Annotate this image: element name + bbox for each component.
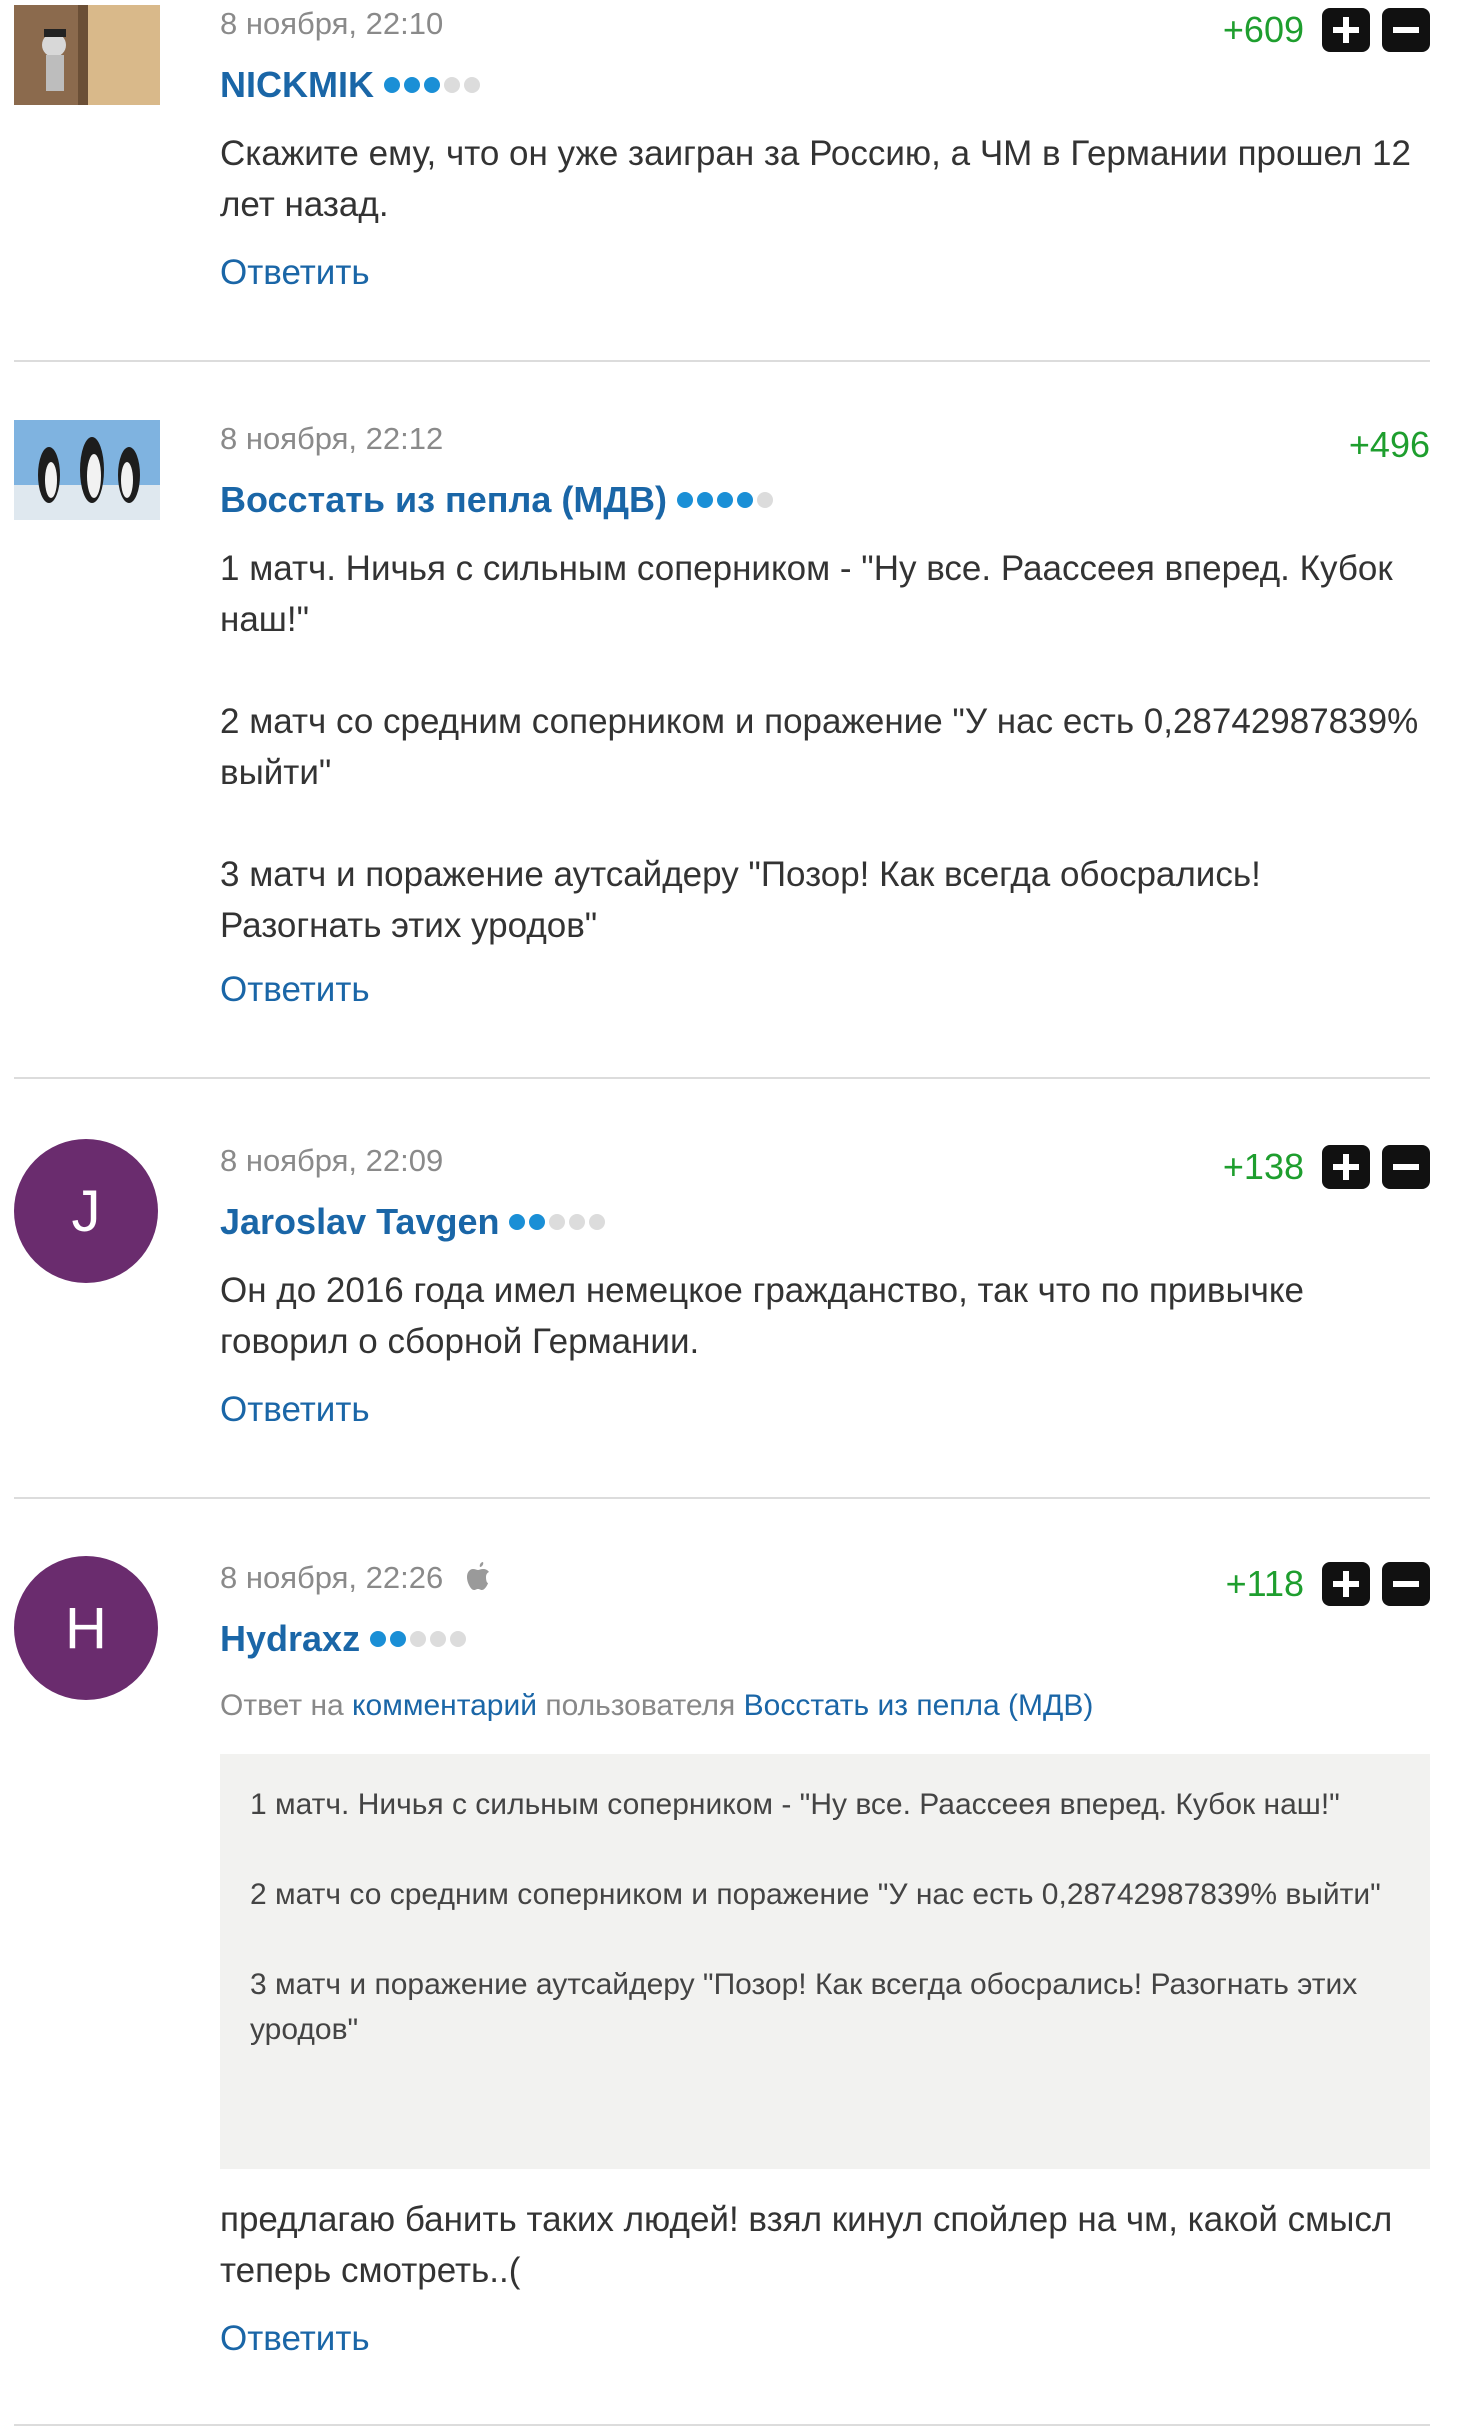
comment-date: 8 ноября, 22:12	[220, 421, 444, 456]
rank-dot	[569, 1214, 586, 1230]
apple-icon	[466, 1560, 494, 1600]
reply-to-comment-link[interactable]: комментарий	[352, 1689, 537, 1722]
comment-score: +118	[1225, 1563, 1304, 1604]
author-line: Jaroslav Tavgen	[220, 1201, 606, 1243]
reply-to-user-link[interactable]: Восстать из пепла (МДВ)	[744, 1689, 1094, 1722]
comment-text: Он до 2016 года имел немецкое гражданств…	[220, 1265, 1430, 1367]
reply-link[interactable]: Ответить	[220, 253, 370, 293]
author-line: Восстать из пепла (МДВ)	[220, 479, 774, 521]
comment-rating: +496	[1349, 423, 1430, 467]
reply-to-line: Ответ на комментарий пользователя Восста…	[220, 1689, 1093, 1723]
upvote-button[interactable]	[1322, 1145, 1370, 1189]
downvote-button[interactable]	[1382, 1145, 1430, 1189]
comment-rating: +609	[1223, 8, 1430, 52]
upvote-button[interactable]	[1322, 8, 1370, 52]
divider	[14, 1497, 1430, 1499]
avatar[interactable]	[14, 420, 160, 520]
upvote-button[interactable]	[1322, 1562, 1370, 1606]
comment-paragraph: Он до 2016 года имел немецкое гражданств…	[220, 1271, 1305, 1361]
rank-dot	[757, 492, 774, 508]
reply-to-middle: пользователя	[545, 1689, 736, 1722]
author-line: Hydraxz	[220, 1618, 467, 1660]
rank-dot	[410, 1631, 427, 1647]
downvote-button[interactable]	[1382, 8, 1430, 52]
rank-dot	[677, 492, 694, 508]
reply-to-prefix: Ответ на	[220, 1689, 344, 1722]
comment-date: 8 ноября, 22:26	[220, 1560, 494, 1600]
divider	[14, 2424, 1430, 2426]
comment-paragraph: предлагаю банить таких людей! взял кинул…	[220, 2200, 1393, 2290]
rank-dot	[717, 492, 734, 508]
reply-link[interactable]: Ответить	[220, 1390, 370, 1430]
comment-paragraph: 1 матч. Ничья с сильным соперником - "Ну…	[220, 549, 1393, 639]
rank-dot	[430, 1631, 447, 1647]
avatar-image	[14, 5, 160, 105]
rank-dot	[509, 1214, 526, 1230]
rank-dot	[383, 77, 400, 93]
author-name[interactable]: Jaroslav Tavgen	[220, 1201, 499, 1243]
comment-score: +496	[1348, 424, 1430, 465]
divider	[14, 1077, 1430, 1079]
quote-paragraph: 3 матч и поражение аутсайдеру "Позор! Ка…	[250, 1968, 1358, 2046]
avatar[interactable]: H	[14, 1556, 158, 1700]
rank-dot	[737, 492, 754, 508]
rank-dot	[697, 492, 714, 508]
rank-dot	[549, 1214, 566, 1230]
quoted-comment: 1 матч. Ничья с сильным соперником - "Ну…	[220, 1754, 1430, 2169]
author-name[interactable]: Hydraxz	[220, 1618, 360, 1660]
rank-dot	[423, 77, 440, 93]
comment-score: +609	[1222, 9, 1304, 50]
comment-score: +138	[1222, 1146, 1304, 1187]
comment-rating: +118	[1226, 1562, 1430, 1606]
author-name[interactable]: Восстать из пепла (МДВ)	[220, 479, 667, 521]
comment-rating: +138	[1223, 1145, 1430, 1189]
reply-link[interactable]: Ответить	[220, 2319, 370, 2359]
rank-dots	[677, 492, 774, 508]
comment-paragraph: 2 матч со средним соперником и поражение…	[220, 702, 1419, 792]
rank-dot	[403, 77, 420, 93]
quote-paragraph: 1 матч. Ничья с сильным соперником - "Ну…	[250, 1788, 1340, 1821]
comment-paragraph: Скажите ему, что он уже заигран за Росси…	[220, 134, 1411, 224]
rank-dot	[390, 1631, 407, 1647]
comment-paragraph: 3 матч и поражение аутсайдеру "Позор! Ка…	[220, 855, 1261, 945]
author-name[interactable]: NICKMIK	[220, 64, 374, 106]
downvote-button[interactable]	[1382, 1562, 1430, 1606]
avatar-letter: J	[71, 1178, 101, 1244]
divider	[14, 360, 1430, 362]
rank-dot	[589, 1214, 606, 1230]
author-line: NICKMIK	[220, 64, 480, 106]
comment-date: 8 ноября, 22:09	[220, 1143, 444, 1178]
avatar[interactable]: J	[14, 1139, 158, 1283]
rank-dot	[450, 1631, 467, 1647]
rank-dots	[509, 1214, 606, 1230]
comment-text: предлагаю банить таких людей! взял кинул…	[220, 2194, 1430, 2296]
quote-paragraph: 2 матч со средним соперником и поражение…	[250, 1878, 1381, 1911]
comment-text: Скажите ему, что он уже заигран за Росси…	[220, 128, 1430, 230]
comment-date: 8 ноября, 22:10	[220, 6, 444, 41]
rank-dot	[443, 77, 460, 93]
reply-link[interactable]: Ответить	[220, 970, 370, 1010]
rank-dot	[463, 77, 480, 93]
comment-text: 1 матч. Ничья с сильным соперником - "Ну…	[220, 543, 1430, 951]
comment-date-text: 8 ноября, 22:26	[220, 1560, 444, 1596]
rank-dot	[529, 1214, 546, 1230]
rank-dot	[370, 1631, 387, 1647]
rank-dots	[370, 1631, 467, 1647]
avatar[interactable]	[14, 5, 160, 105]
avatar-image	[14, 420, 160, 520]
avatar-letter: H	[65, 1595, 107, 1661]
rank-dots	[383, 77, 480, 93]
